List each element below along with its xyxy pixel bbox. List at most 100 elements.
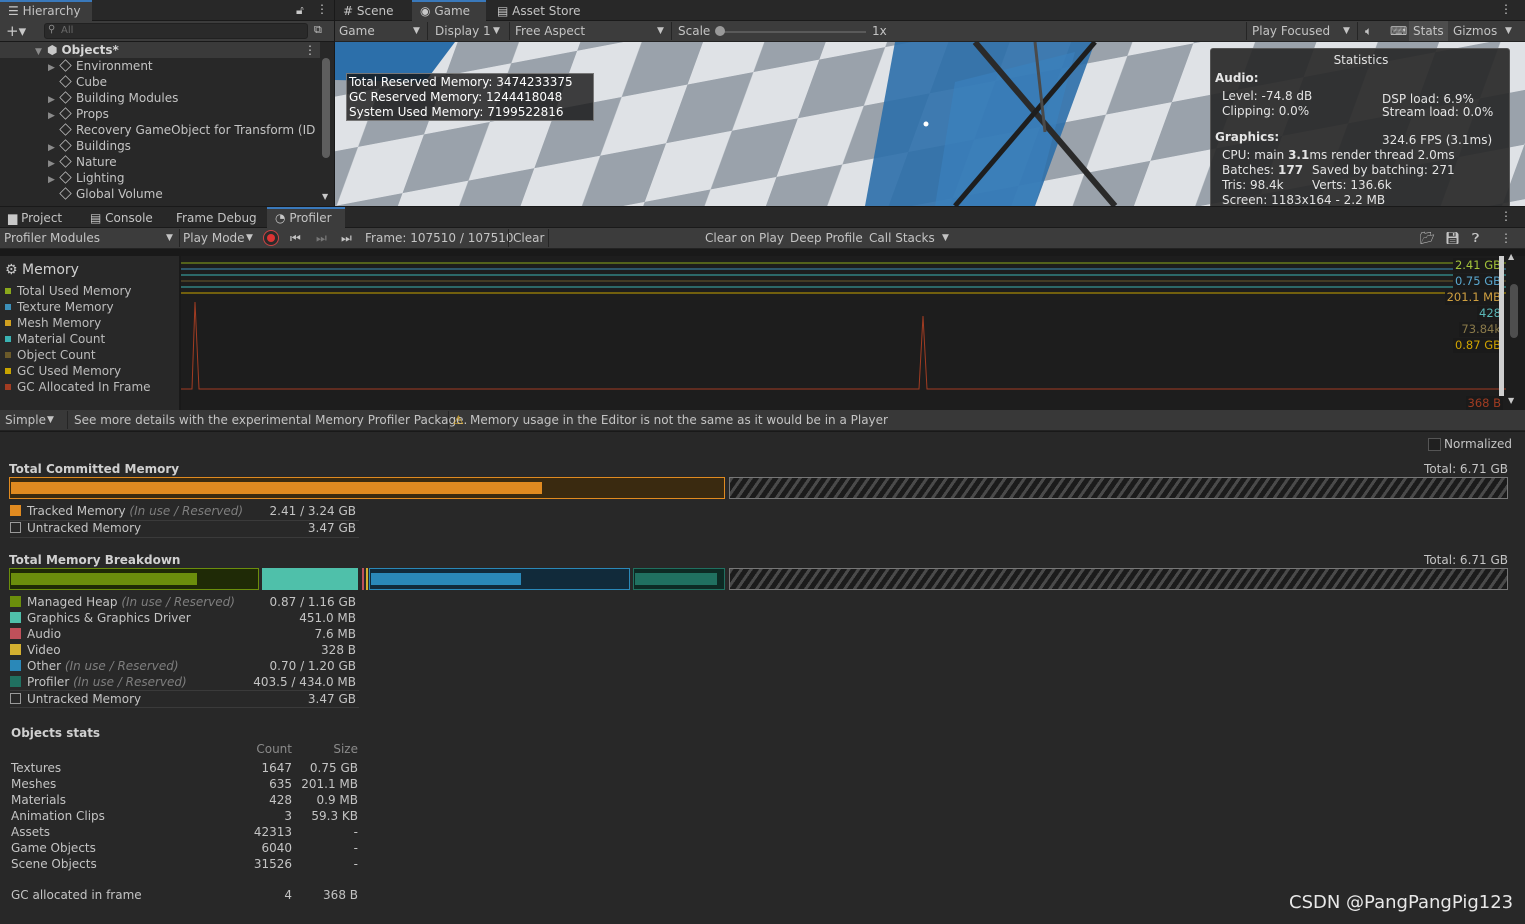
gizmos-button[interactable]: Gizmos	[1453, 21, 1497, 41]
mute-audio-icon[interactable]: 🔈︎	[1365, 21, 1372, 41]
root-menu-icon[interactable]: ⋮	[304, 42, 316, 58]
lock-icon[interactable]: 🔓︎	[296, 3, 304, 18]
legend-swatch	[5, 288, 11, 294]
tab-scene[interactable]: # Scene	[335, 0, 401, 21]
legend-item[interactable]: Object Count	[5, 347, 96, 363]
profiler-bar[interactable]	[633, 568, 725, 590]
hierarchy-item[interactable]: Recovery GameObject for Transform (ID in	[0, 122, 320, 138]
expand-arrow-icon[interactable]: ▶	[48, 108, 60, 122]
first-frame-icon[interactable]: ⏮︎	[290, 228, 301, 248]
expand-arrow-icon[interactable]: ▶	[48, 172, 60, 186]
scroll-down-icon[interactable]: ▼	[322, 192, 328, 201]
breakdown-row[interactable]: Graphics & Graphics Driver 451.0 MB	[10, 610, 358, 626]
hierarchy-scrollbar[interactable]	[322, 58, 330, 158]
committed-row[interactable]: Tracked Memory (In use / Reserved) 2.41 /…	[10, 503, 358, 519]
call-stacks-toggle[interactable]: Call Stacks	[869, 228, 935, 248]
clear-button[interactable]: Clear	[513, 228, 544, 248]
next-frame-icon[interactable]: ⏭︎	[316, 228, 327, 248]
record-button[interactable]	[263, 230, 279, 246]
managed-heap-bar[interactable]	[9, 568, 259, 590]
tab-frame-debug[interactable]: Frame Debug	[168, 207, 265, 228]
memory-profiler-hint[interactable]: See more details with the experimental M…	[74, 410, 467, 430]
breakdown-row[interactable]: Video 328 B	[10, 642, 358, 658]
expand-arrow-icon[interactable]: ▼	[35, 44, 47, 58]
video-bar[interactable]	[366, 568, 368, 590]
unity-scene-icon: ⬢	[47, 43, 58, 57]
display-dropdown[interactable]: Display 1	[435, 21, 491, 41]
more-icon[interactable]: ⋮	[1500, 228, 1512, 248]
scroll-up-icon[interactable]: ▲	[1508, 252, 1514, 261]
other-bar[interactable]	[369, 568, 630, 590]
legend-item[interactable]: Total Used Memory	[5, 283, 132, 299]
scale-slider-track[interactable]	[721, 31, 866, 33]
tab-game[interactable]: ◉ Game	[412, 0, 486, 21]
hierarchy-root[interactable]: ▼ ⬢ Objects* ⋮	[0, 42, 320, 58]
expand-arrow-icon[interactable]: ▶	[48, 156, 60, 170]
tracked-memory-bar[interactable]	[9, 477, 725, 499]
graphics-driver-bar[interactable]	[262, 568, 358, 590]
expand-arrow-icon[interactable]: ▶	[48, 60, 60, 74]
tab-asset-store[interactable]: ▤ Asset Store	[489, 0, 589, 21]
scroll-down-icon[interactable]: ▼	[1508, 396, 1514, 405]
profiler-modules-dropdown[interactable]: Profiler Modules	[4, 228, 100, 248]
breakdown-row[interactable]: Other (In use / Reserved) 0.70 / 1.20 GB	[10, 658, 358, 674]
hierarchy-item[interactable]: ▶ Building Modules	[0, 90, 320, 106]
deep-profile-toggle[interactable]: Deep Profile	[790, 228, 863, 248]
scale-slider-handle[interactable]	[715, 26, 725, 36]
last-frame-icon[interactable]: ⏭︎	[341, 228, 352, 248]
tab-hierarchy[interactable]: ☰ Hierarchy	[0, 0, 92, 21]
view-mode-dropdown[interactable]: Simple	[5, 410, 46, 430]
hierarchy-search-input[interactable]: ⚲ All	[44, 23, 308, 39]
clear-on-play-toggle[interactable]: Clear on Play	[705, 228, 784, 248]
hierarchy-item[interactable]: ▶ Lighting	[0, 170, 320, 186]
hierarchy-item[interactable]: Cube	[0, 74, 320, 90]
legend-item[interactable]: Mesh Memory	[5, 315, 101, 331]
breakdown-total: Total: 6.71 GB	[1424, 553, 1508, 567]
checkbox[interactable]	[1428, 438, 1441, 451]
help-icon[interactable]: ❓︎	[1472, 228, 1479, 248]
hierarchy-item[interactable]: ▶ Buildings	[0, 138, 320, 154]
details-scrollbar[interactable]	[1510, 284, 1518, 338]
memory-module-header[interactable]: ⚙ Memory	[5, 262, 79, 278]
memory-chart[interactable]: 2.41 GB 0.75 GB 201.1 MB 428 73.84k 0.87 GB 3…	[181, 252, 1525, 411]
normalized-toggle[interactable]: Normalized	[1428, 437, 1512, 451]
tab-project[interactable]: ▆ Project	[0, 207, 70, 228]
play-focused-dropdown[interactable]: Play Focused	[1252, 21, 1330, 41]
hierarchy-item[interactable]: ▶ Props	[0, 106, 320, 122]
more-icon[interactable]: ⋮	[1500, 209, 1512, 223]
save-icon[interactable]: 💾︎	[1445, 228, 1460, 248]
play-mode-dropdown[interactable]: Play Mode	[183, 228, 245, 248]
hierarchy-item[interactable]: ▶ Nature	[0, 154, 320, 170]
stats-button[interactable]: Stats	[1409, 21, 1448, 41]
tab-profiler[interactable]: ◔ Profiler	[267, 207, 345, 228]
more-icon[interactable]: ⋮	[316, 2, 328, 16]
chart-scrollbar[interactable]	[1499, 256, 1504, 396]
audio-bar[interactable]	[362, 568, 364, 590]
legend-item[interactable]: Texture Memory	[5, 299, 114, 315]
expand-arrow-icon[interactable]: ▶	[48, 140, 60, 154]
game-mode-dropdown[interactable]: Game	[339, 21, 375, 41]
breakdown-row[interactable]: Audio 7.6 MB	[10, 626, 358, 642]
hierarchy-item[interactable]: ▶ Environment	[0, 58, 320, 74]
keyboard-icon[interactable]: ⌨	[1390, 21, 1407, 41]
load-icon[interactable]: 📂︎	[1420, 228, 1435, 248]
untracked-breakdown-bar[interactable]	[729, 568, 1508, 590]
scene-visibility-icon[interactable]: ⧉	[314, 23, 322, 37]
aspect-dropdown[interactable]: Free Aspect	[515, 21, 585, 41]
add-icon[interactable]: +▾	[6, 22, 26, 40]
committed-row[interactable]: Untracked Memory 3.47 GB	[10, 520, 358, 536]
legend-item[interactable]: GC Allocated In Frame	[5, 379, 151, 395]
breakdown-swatch	[10, 693, 21, 704]
expand-arrow-icon[interactable]: ▶	[48, 92, 60, 106]
untracked-memory-bar[interactable]	[729, 477, 1508, 499]
more-icon[interactable]: ⋮	[1500, 2, 1512, 16]
tab-console[interactable]: ▤ Console	[82, 207, 161, 228]
breakdown-row[interactable]: Untracked Memory 3.47 GB	[10, 691, 358, 707]
game-viewport[interactable]: Total Reserved Memory: 3474233375 GC Res…	[335, 42, 1525, 206]
legend-item[interactable]: GC Used Memory	[5, 363, 121, 379]
breakdown-row[interactable]: Profiler (In use / Reserved) 403.5 / 434.…	[10, 674, 358, 690]
breakdown-row[interactable]: Managed Heap (In use / Reserved) 0.87 / 1…	[10, 594, 358, 610]
untracked-memory-swatch	[10, 522, 21, 533]
hierarchy-item[interactable]: Global Volume	[0, 186, 320, 202]
legend-item[interactable]: Material Count	[5, 331, 105, 347]
